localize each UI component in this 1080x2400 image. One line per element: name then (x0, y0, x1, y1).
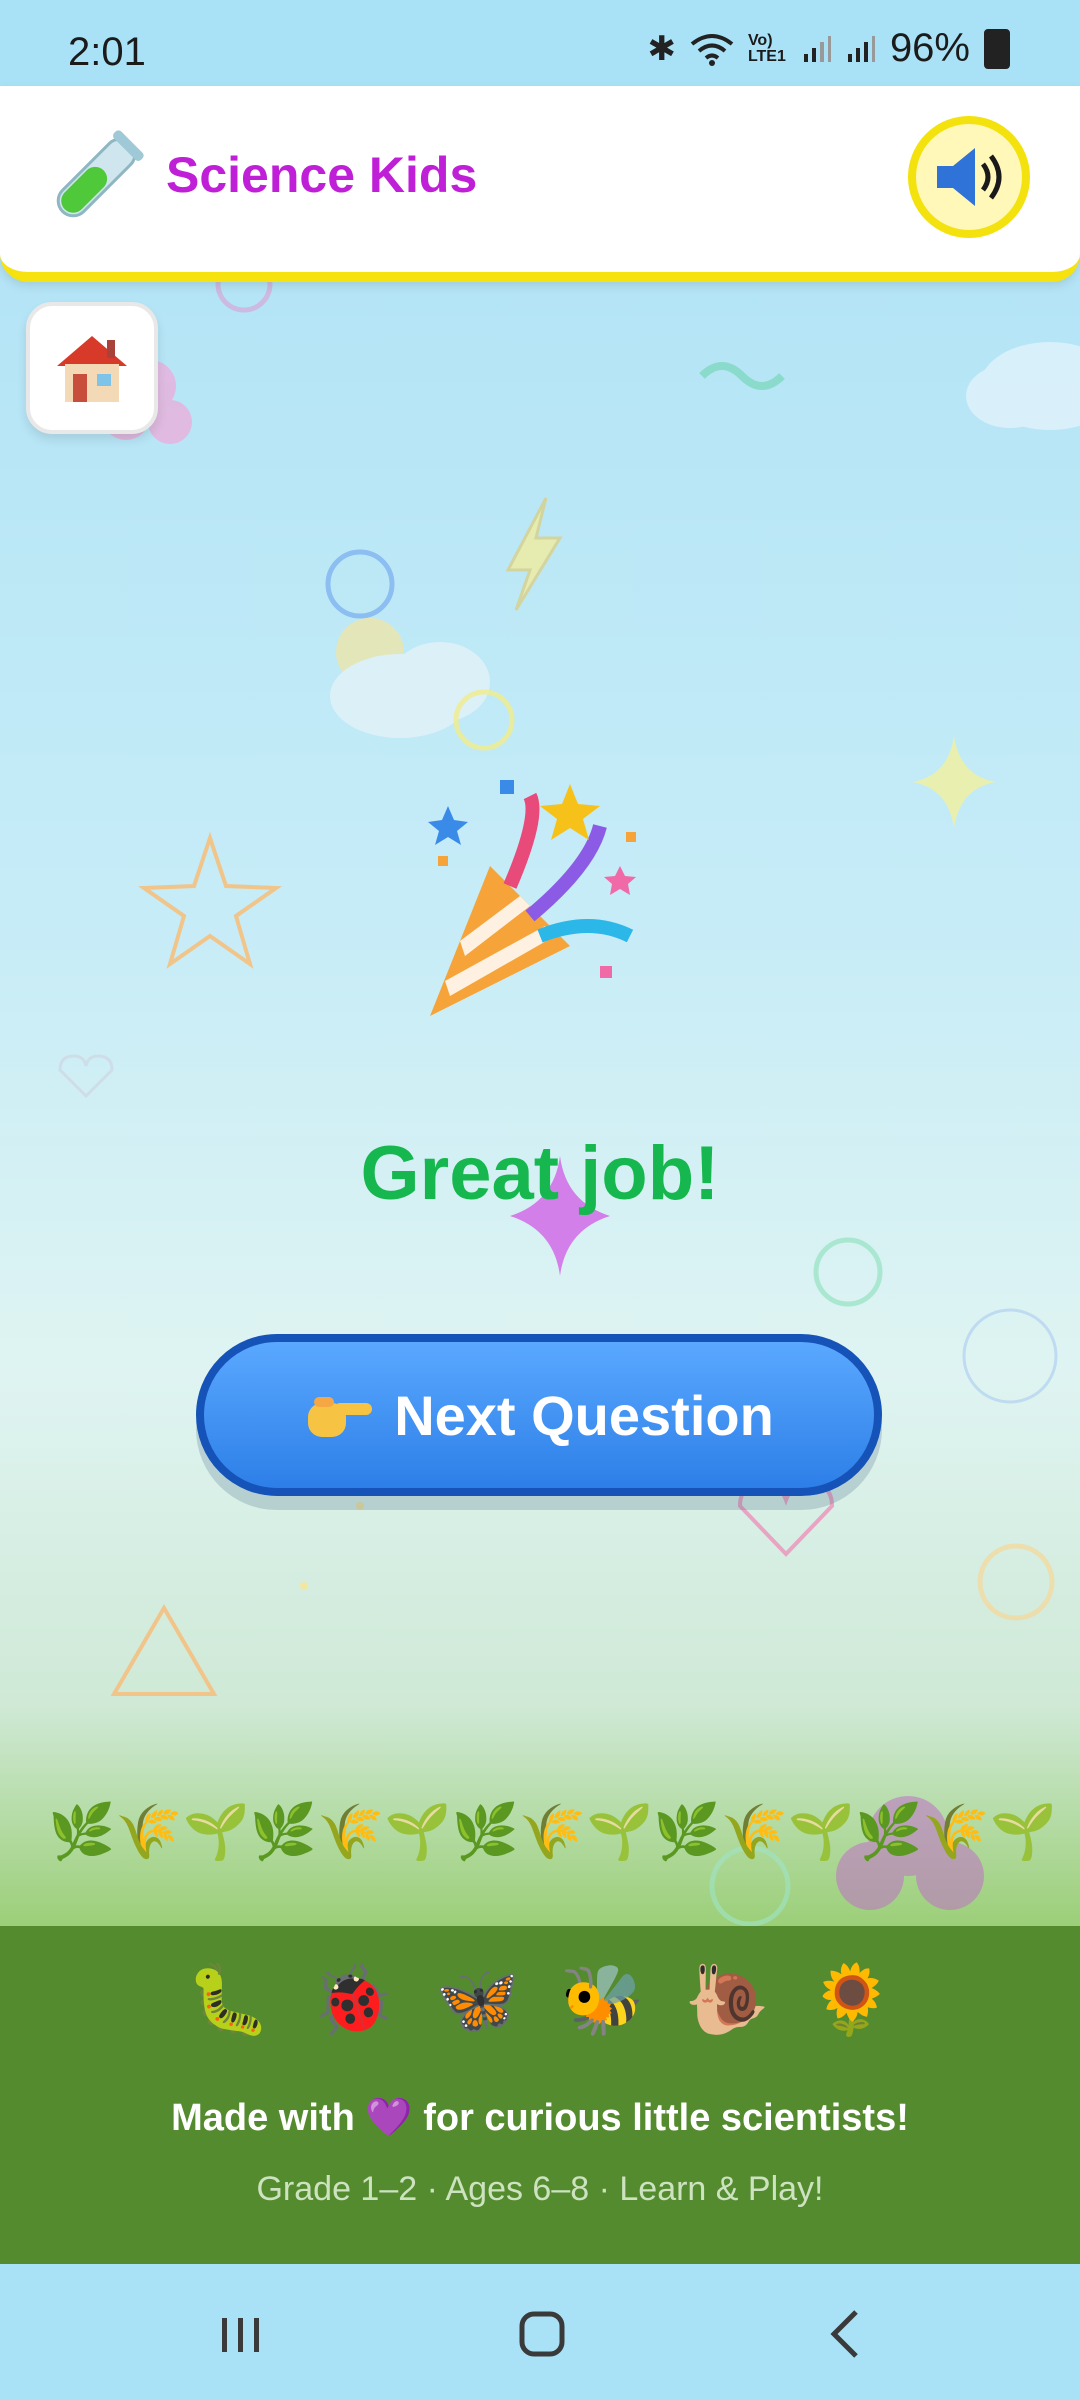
plant-icon: 🌱 (989, 1800, 1057, 1863)
test-tube-icon (56, 130, 144, 218)
snail-icon: 🐌 (684, 1961, 770, 2040)
footer-subtitle: Grade 1–2 · Ages 6–8 · Learn & Play! (256, 2170, 824, 2208)
bluetooth-icon: ✱ (647, 29, 676, 68)
plant-icon: 🌾 (922, 1800, 990, 1863)
plant-icon: 🌿 (653, 1800, 721, 1863)
battery-icon (984, 28, 1010, 69)
network-label: Vo) LTE1 (747, 31, 786, 65)
house-icon (57, 336, 127, 402)
sun-cloud-icon (330, 618, 490, 738)
star-outline-icon (137, 831, 283, 969)
caterpillar-icon: 🐛 (185, 1961, 271, 2040)
signal-icon (803, 35, 831, 62)
status-bar: 2:01 ✱ Vo) LTE1 96% (0, 0, 1080, 86)
cloud-icon (966, 342, 1080, 430)
battery-percent: 96% (889, 26, 970, 70)
plant-icon: 🌾 (518, 1800, 586, 1863)
app-title: Science Kids (166, 147, 478, 203)
footer-tagline: Made with 💜 for curious little scientist… (171, 2097, 909, 2139)
plant-icon: 🌱 (182, 1800, 250, 1863)
critter-row: 🐛 🐞 🦋 🐝 🐌 🌻 (0, 1960, 1080, 2040)
success-message: Great job! (360, 1131, 720, 1216)
circle-decoration (977, 1543, 1055, 1621)
home-button[interactable] (26, 302, 158, 434)
home-nav-icon[interactable] (502, 2304, 582, 2364)
next-question-button[interactable]: Next Question (196, 1334, 882, 1496)
plant-icon: 🌾 (115, 1800, 183, 1863)
sparkle-icon (912, 736, 996, 828)
circle-decoration (325, 549, 395, 619)
back-icon[interactable] (806, 2304, 886, 2364)
wifi-icon (690, 33, 734, 66)
recent-apps-icon[interactable] (200, 2304, 280, 2364)
plant-icon: 🌾 (720, 1800, 788, 1863)
app-header: Science Kids (0, 86, 1080, 282)
triangle-outline-icon (110, 1604, 218, 1696)
plant-icon: 🌾 (317, 1800, 385, 1863)
bee-icon: 🐝 (560, 1961, 645, 2040)
sound-button[interactable] (908, 116, 1030, 238)
pointing-hand-icon (308, 1397, 373, 1437)
plant-row: 🌿 🌾 🌱 🌿 🌾 🌱 🌿 🌾 🌱 🌿 🌾 🌱 🌿 🌾 🌱 (48, 1800, 1057, 1870)
sunflower-icon: 🌻 (809, 1961, 895, 2040)
plant-icon: 🌿 (48, 1800, 116, 1863)
ladybug-icon: 🐞 (310, 1961, 396, 2040)
butterfly-icon: 🦋 (435, 1961, 520, 2040)
squiggle-decoration (699, 362, 785, 390)
circle-decoration (962, 1308, 1058, 1404)
next-question-label: Next Question (394, 1383, 774, 1447)
plant-icon: 🌿 (451, 1800, 519, 1863)
party-popper-icon (428, 780, 636, 1016)
status-time: 2:01 (68, 30, 146, 74)
plant-icon: 🌱 (787, 1800, 855, 1863)
heart-outline-icon (58, 1054, 114, 1099)
status-icons: ✱ Vo) LTE1 96% (647, 26, 1010, 71)
plant-icon: 🌱 (586, 1800, 654, 1863)
footer: 🐛 🐞 🦋 🐝 🐌 🌻 Made with 💜 for curious litt… (0, 1926, 1080, 2264)
lightning-icon (505, 497, 563, 611)
plant-icon: 🌱 (384, 1800, 452, 1863)
system-nav-bar (0, 2264, 1080, 2400)
speaker-icon (937, 148, 1002, 206)
plant-icon: 🌿 (855, 1800, 923, 1863)
plant-icon: 🌿 (249, 1800, 317, 1863)
signal-icon-2 (847, 35, 875, 62)
circle-decoration (813, 1237, 883, 1307)
